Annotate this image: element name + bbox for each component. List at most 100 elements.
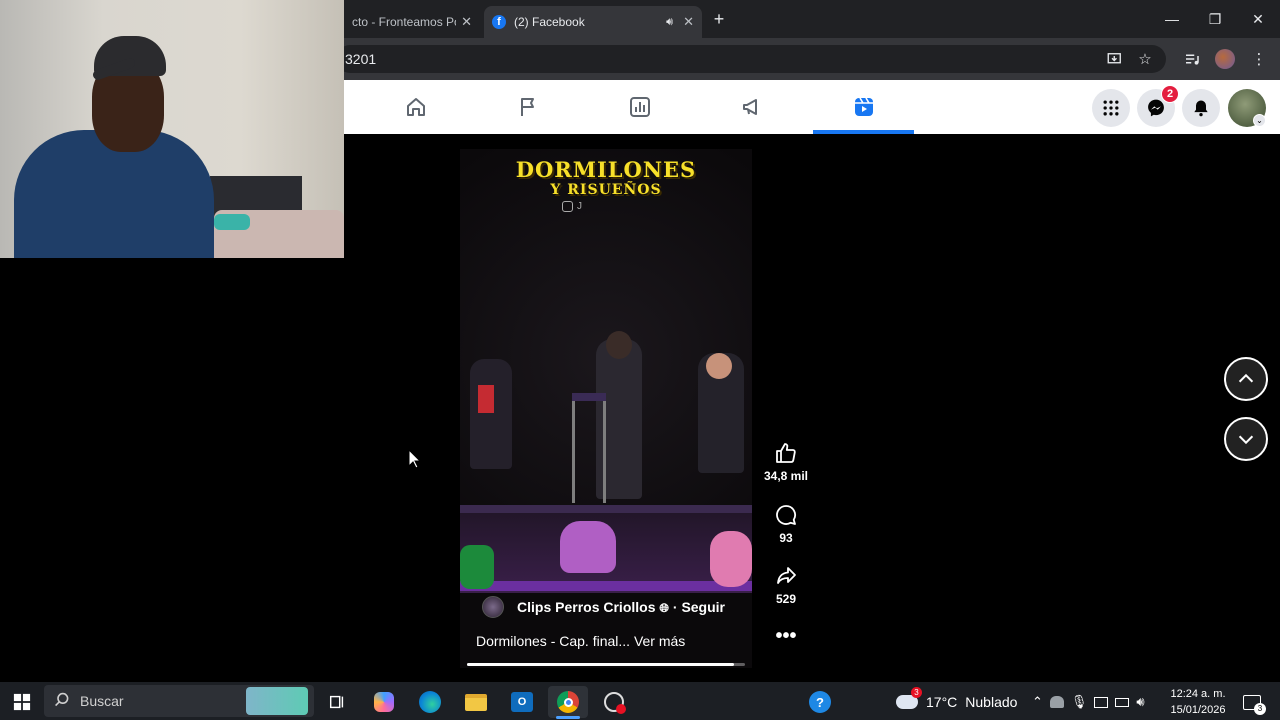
follow-link[interactable]: Seguir — [681, 599, 725, 615]
green-prop — [460, 545, 494, 589]
chrome-active-indicator — [556, 716, 580, 719]
taskbar-clock[interactable]: 12:24 a. m. 15/01/2026 — [1166, 686, 1230, 718]
author-name[interactable]: Clips Perros Criollos — [517, 599, 655, 615]
chevron-down-icon — [1238, 435, 1254, 445]
person-right-head — [706, 353, 732, 379]
instagram-icon — [562, 201, 573, 212]
url-input[interactable]: 3201 — [336, 45, 1166, 73]
facebook-favicon-icon: f — [492, 15, 506, 29]
weather-badge: 3 — [911, 687, 922, 698]
url-text: 3201 — [345, 51, 377, 67]
pig-mascot-left — [560, 521, 616, 573]
help-icon[interactable]: ? — [800, 686, 840, 718]
minimize-icon[interactable]: — — [1150, 0, 1194, 38]
caption-row: Dormilones - Cap. final... Ver más — [476, 633, 685, 649]
megaphone-icon[interactable] — [702, 80, 802, 134]
share-count: 529 — [775, 592, 797, 606]
comment-button[interactable]: 93 — [760, 503, 812, 545]
chart-icon[interactable] — [590, 80, 690, 134]
video-title-line2: Y RISUEÑOS — [550, 182, 662, 198]
tab-facebook[interactable]: f (2) Facebook 🔊︎ ✕ — [484, 6, 702, 38]
weather-description: Nublado — [965, 694, 1018, 710]
previous-reel-button[interactable] — [1224, 357, 1268, 401]
volume-icon[interactable]: 🔊︎ — [1136, 694, 1144, 710]
messenger-badge: 2 — [1161, 85, 1179, 103]
menu-grid-icon[interactable] — [1092, 89, 1130, 127]
instagram-tag: J — [562, 201, 592, 212]
like-button[interactable]: 34,8 mil — [760, 441, 812, 483]
task-view-icon[interactable] — [317, 686, 357, 718]
chrome-menu-icon[interactable]: ⋮ — [1247, 47, 1271, 71]
tab-fronteamos[interactable]: cto - Fronteamos Por ✕ — [344, 6, 480, 38]
tray-security-icon[interactable] — [1049, 696, 1064, 708]
notifications-bell-icon[interactable] — [1182, 89, 1220, 127]
search-highlight-icon — [246, 687, 308, 715]
separator-dot: · — [672, 599, 678, 615]
home-icon[interactable] — [366, 80, 466, 134]
video-caption: Dormilones - Cap. final... — [476, 633, 631, 649]
video-progress-track[interactable] — [467, 663, 745, 666]
close-window-icon[interactable]: ✕ — [1236, 0, 1280, 38]
share-icon — [777, 567, 796, 584]
system-tray: ⌃ 🎙︎ 🔊︎ — [1032, 686, 1145, 718]
copilot-icon[interactable] — [364, 686, 404, 718]
windows-start-icon[interactable] — [2, 686, 42, 718]
microphone-icon[interactable]: 🎙︎ — [1071, 694, 1088, 710]
weather-widget[interactable]: 3 17°C Nublado — [896, 686, 1017, 718]
person-left-shirt-print — [478, 385, 494, 413]
like-icon — [776, 443, 796, 463]
tab-title: cto - Fronteamos Por — [352, 15, 456, 29]
close-tab-icon[interactable]: ✕ — [683, 14, 694, 30]
person-left — [470, 359, 512, 469]
edge-icon[interactable] — [410, 686, 450, 718]
notifications-center-icon[interactable]: 3 — [1240, 690, 1266, 715]
battery-icon[interactable] — [1115, 697, 1130, 707]
weather-temp: 17°C — [926, 694, 958, 710]
video-title-line1: DORMILONES — [515, 157, 697, 182]
reel-video[interactable]: DORMILONES Y RISUEÑOS J Clips Perros Cri… — [460, 149, 752, 668]
clock-time: 12:24 a. m. — [1170, 688, 1226, 700]
tray-chevron-up-icon[interactable]: ⌃ — [1032, 694, 1043, 710]
stage-purple-strip — [460, 581, 752, 591]
file-explorer-icon[interactable] — [456, 686, 496, 718]
restore-icon[interactable]: ❐ — [1193, 0, 1237, 38]
reels-icon[interactable] — [814, 80, 914, 134]
speaker-icon[interactable]: 🔊︎ — [666, 16, 673, 29]
search-icon — [54, 692, 70, 711]
media-control-icon[interactable] — [1180, 47, 1204, 71]
taskbar-search-box[interactable]: Buscar — [44, 685, 314, 717]
person-center-head — [606, 331, 632, 359]
network-icon[interactable] — [1094, 696, 1109, 708]
search-placeholder: Buscar — [80, 693, 124, 709]
stage-edge — [460, 505, 752, 513]
close-tab-icon[interactable]: ✕ — [461, 14, 472, 30]
pillow — [214, 214, 250, 230]
flag-icon[interactable] — [478, 80, 578, 134]
outlook-icon[interactable]: O — [502, 686, 542, 718]
director-chair — [572, 393, 606, 503]
director-chair-back — [572, 393, 606, 401]
profile-avatar[interactable] — [1215, 49, 1235, 69]
pig-mascot-right — [710, 531, 752, 587]
new-tab-icon[interactable]: + — [707, 7, 731, 31]
instagram-handle: J — [577, 201, 582, 212]
video-progress-fill — [467, 663, 734, 666]
comment-count: 93 — [779, 531, 793, 545]
next-reel-button[interactable] — [1224, 417, 1268, 461]
comment-icon — [776, 505, 796, 525]
chevron-up-icon — [1238, 373, 1254, 383]
more-options-icon[interactable]: ••• — [760, 626, 812, 646]
clock-date: 15/01/2026 — [1170, 704, 1226, 716]
like-count: 34,8 mil — [763, 469, 809, 483]
recording-app-icon[interactable] — [594, 686, 634, 718]
tab-title: (2) Facebook — [514, 15, 585, 29]
chrome-taskbar-icon[interactable] — [548, 686, 588, 718]
author-avatar[interactable] — [482, 596, 504, 618]
see-more-link[interactable]: Ver más — [634, 633, 685, 649]
share-button[interactable]: 529 — [760, 564, 812, 606]
bookmark-star-icon[interactable]: ☆ — [1133, 47, 1157, 71]
notification-count: 3 — [1254, 702, 1266, 715]
chevron-down-icon[interactable]: ⌄ — [1253, 114, 1266, 127]
install-app-icon[interactable] — [1103, 47, 1127, 71]
author-row: Clips Perros Criollos 🌐︎ · Seguir — [517, 599, 725, 616]
